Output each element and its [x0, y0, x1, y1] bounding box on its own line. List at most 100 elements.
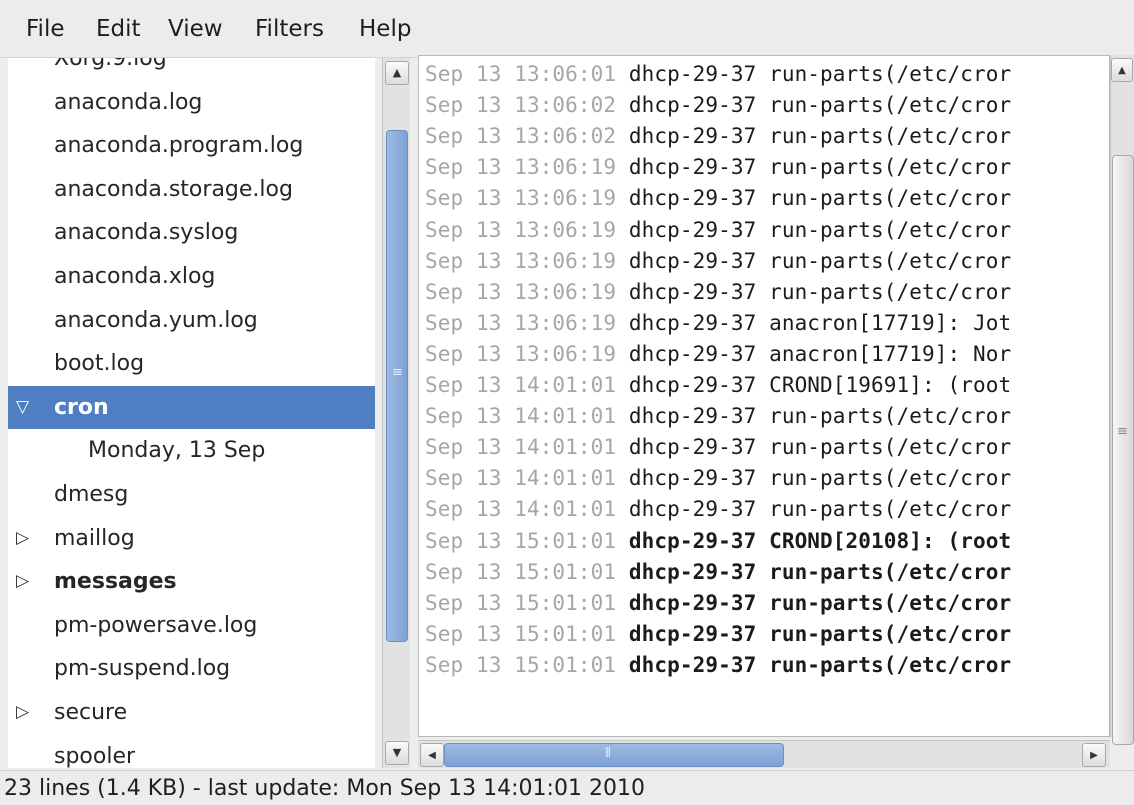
log-line: Sep 13 14:01:01 dhcp-29-37 CROND[19691]:…	[425, 370, 1011, 401]
collapsed-triangle-icon[interactable]: ▷	[16, 560, 29, 603]
log-line: Sep 13 13:06:19 dhcp-29-37 run-parts(/et…	[425, 183, 1011, 214]
sidebar-item-label: pm-powersave.log	[54, 612, 258, 638]
sidebar-item[interactable]: anaconda.program.log	[8, 124, 375, 167]
sidebar-item-label: Xorg.9.log	[54, 58, 167, 71]
expanded-triangle-icon[interactable]: ▽	[16, 386, 29, 429]
sidebar-item-label: anaconda.storage.log	[54, 176, 293, 202]
menu-edit[interactable]: Edit	[96, 14, 141, 44]
log-line-message: dhcp-29-37 run-parts(/etc/cror	[628, 652, 1012, 677]
log-list-scrollbar[interactable]: ▲ ≡ ▼	[382, 58, 410, 768]
chevron-down-icon: ▼	[392, 746, 402, 759]
log-line-message: dhcp-29-37 CROND[20108]: (root	[628, 528, 1012, 553]
log-line: Sep 13 14:01:01 dhcp-29-37 run-parts(/et…	[425, 401, 1011, 432]
log-line-message: dhcp-29-37 run-parts(/etc/cror	[628, 93, 1012, 118]
log-line-message: dhcp-29-37 anacron[17719]: Nor	[628, 341, 1012, 366]
sidebar-item[interactable]: anaconda.log	[8, 81, 375, 124]
sidebar-item-label: pm-suspend.log	[54, 656, 231, 682]
menu-view[interactable]: View	[168, 14, 223, 44]
sidebar-item-label: maillog	[54, 525, 135, 551]
log-line-message: dhcp-29-37 run-parts(/etc/cror	[628, 404, 1012, 429]
log-line-timestamp: Sep 13 13:06:02	[425, 124, 617, 149]
sidebar-item[interactable]: anaconda.syslog	[8, 211, 375, 254]
sidebar-item[interactable]: ▷ secure	[8, 691, 375, 734]
log-text-view[interactable]: Sep 13 13:06:01 dhcp-29-37 run-parts(/et…	[418, 55, 1110, 737]
sidebar-item[interactable]: Monday, 13 Sep	[8, 429, 375, 472]
log-file-list[interactable]: Xorg.9.log anaconda.log anaconda.program.l…	[8, 58, 375, 768]
log-list-scrollbar-thumb[interactable]: ≡	[386, 130, 408, 642]
sidebar-item-label: spooler	[54, 743, 136, 768]
log-line-timestamp: Sep 13 13:06:02	[425, 93, 617, 118]
text-scroll-up-button[interactable]: ▲	[1111, 58, 1133, 82]
log-line-timestamp: Sep 13 15:01:01	[425, 590, 617, 615]
collapsed-triangle-icon[interactable]: ▷	[16, 517, 29, 560]
log-line: Sep 13 15:01:01 dhcp-29-37 CROND[20108]:…	[425, 526, 1011, 557]
sidebar-item-label: anaconda.program.log	[54, 133, 304, 159]
grip-icon: ≡	[392, 365, 403, 380]
log-line-timestamp: Sep 13 15:01:01	[425, 621, 617, 646]
grip-icon: ≡	[1117, 424, 1128, 439]
sidebar-item-label: Monday, 13 Sep	[88, 438, 266, 464]
log-line: Sep 13 14:01:01 dhcp-29-37 run-parts(/et…	[425, 494, 1011, 525]
log-line: Sep 13 13:06:19 dhcp-29-37 run-parts(/et…	[425, 277, 1011, 308]
log-line: Sep 13 15:01:01 dhcp-29-37 run-parts(/et…	[425, 588, 1011, 619]
sidebar-item[interactable]: anaconda.xlog	[8, 255, 375, 298]
sidebar-item[interactable]: ▽ cron	[8, 385, 375, 429]
log-line-timestamp: Sep 13 14:01:01	[425, 466, 617, 491]
log-line: Sep 13 13:06:02 dhcp-29-37 run-parts(/et…	[425, 121, 1011, 152]
status-text: 23 lines (1.4 KB) - last update: Mon Sep…	[4, 776, 645, 801]
scroll-right-button[interactable]: ▶	[1082, 743, 1106, 767]
collapsed-triangle-icon[interactable]: ▷	[16, 691, 29, 734]
sidebar-item[interactable]: Xorg.9.log	[8, 58, 375, 80]
sidebar-item[interactable]: ▷ maillog	[8, 517, 375, 560]
log-line-timestamp: Sep 13 13:06:19	[425, 341, 617, 366]
scroll-down-button[interactable]: ▼	[385, 741, 409, 765]
log-line-timestamp: Sep 13 15:01:01	[425, 528, 617, 553]
log-text-vertical-scrollbar[interactable]: ▲ ≡	[1110, 55, 1134, 745]
menu-filters[interactable]: Filters	[255, 14, 324, 44]
log-line-message: dhcp-29-37 anacron[17719]: Jot	[628, 310, 1012, 335]
log-line: Sep 13 14:01:01 dhcp-29-37 run-parts(/et…	[425, 463, 1011, 494]
log-text-horizontal-thumb[interactable]: ⦀	[444, 743, 784, 767]
log-line-timestamp: Sep 13 15:01:01	[425, 652, 617, 677]
sidebar-item-label: anaconda.yum.log	[54, 307, 258, 333]
log-line-timestamp: Sep 13 13:06:19	[425, 217, 617, 242]
sidebar-item[interactable]: pm-suspend.log	[8, 647, 375, 690]
log-line-message: dhcp-29-37 run-parts(/etc/cror	[628, 590, 1012, 615]
log-line: Sep 13 13:06:19 dhcp-29-37 run-parts(/et…	[425, 246, 1011, 277]
sidebar-item-label: messages	[54, 569, 177, 595]
log-text-horizontal-scrollbar[interactable]: ◀ ⦀ ▶	[418, 740, 1110, 768]
scroll-up-button[interactable]: ▲	[385, 61, 409, 85]
log-line-message: dhcp-29-37 CROND[19691]: (root	[628, 373, 1012, 397]
log-line-message: dhcp-29-37 run-parts(/etc/cror	[628, 279, 1012, 304]
sidebar-item[interactable]: ▷ messages	[8, 560, 375, 603]
log-line-message: dhcp-29-37 run-parts(/etc/cror	[628, 435, 1012, 460]
sidebar-item[interactable]: spooler	[8, 735, 375, 768]
scroll-left-button[interactable]: ◀	[420, 743, 444, 767]
log-line-timestamp: Sep 13 13:06:19	[425, 186, 617, 211]
log-line-timestamp: Sep 13 14:01:01	[425, 404, 617, 429]
log-line-message: dhcp-29-37 run-parts(/etc/cror	[628, 124, 1012, 149]
chevron-right-icon: ▶	[1090, 750, 1098, 761]
log-line: Sep 13 15:01:01 dhcp-29-37 run-parts(/et…	[425, 557, 1011, 588]
log-line-message: dhcp-29-37 run-parts(/etc/cror	[628, 497, 1012, 522]
log-text-vertical-thumb[interactable]: ≡	[1112, 155, 1134, 745]
sidebar-item[interactable]: dmesg	[8, 473, 375, 516]
sidebar-item[interactable]: anaconda.storage.log	[8, 168, 375, 211]
sidebar-item-label: cron	[54, 394, 109, 420]
log-line-timestamp: Sep 13 13:06:19	[425, 155, 617, 180]
menu-file[interactable]: File	[26, 14, 65, 44]
log-line-message: dhcp-29-37 run-parts(/etc/cror	[628, 466, 1012, 491]
log-line: Sep 13 13:06:19 dhcp-29-37 anacron[17719…	[425, 308, 1011, 339]
log-line-message: dhcp-29-37 run-parts(/etc/cror	[628, 217, 1012, 242]
sidebar-item[interactable]: anaconda.yum.log	[8, 299, 375, 342]
menu-help[interactable]: Help	[359, 14, 411, 44]
log-line-timestamp: Sep 13 13:06:19	[425, 279, 617, 304]
sidebar-item[interactable]: pm-powersave.log	[8, 604, 375, 647]
grip-icon: ⦀	[605, 746, 611, 761]
log-line: Sep 13 15:01:01 dhcp-29-37 run-parts(/et…	[425, 619, 1011, 650]
log-line-timestamp: Sep 13 13:06:19	[425, 248, 617, 273]
sidebar-item[interactable]: boot.log	[8, 342, 375, 385]
menu-bar: File Edit View Filters Help	[0, 0, 1134, 58]
log-line: Sep 13 13:06:19 dhcp-29-37 run-parts(/et…	[425, 152, 1011, 183]
sidebar-item-label: secure	[54, 700, 128, 725]
